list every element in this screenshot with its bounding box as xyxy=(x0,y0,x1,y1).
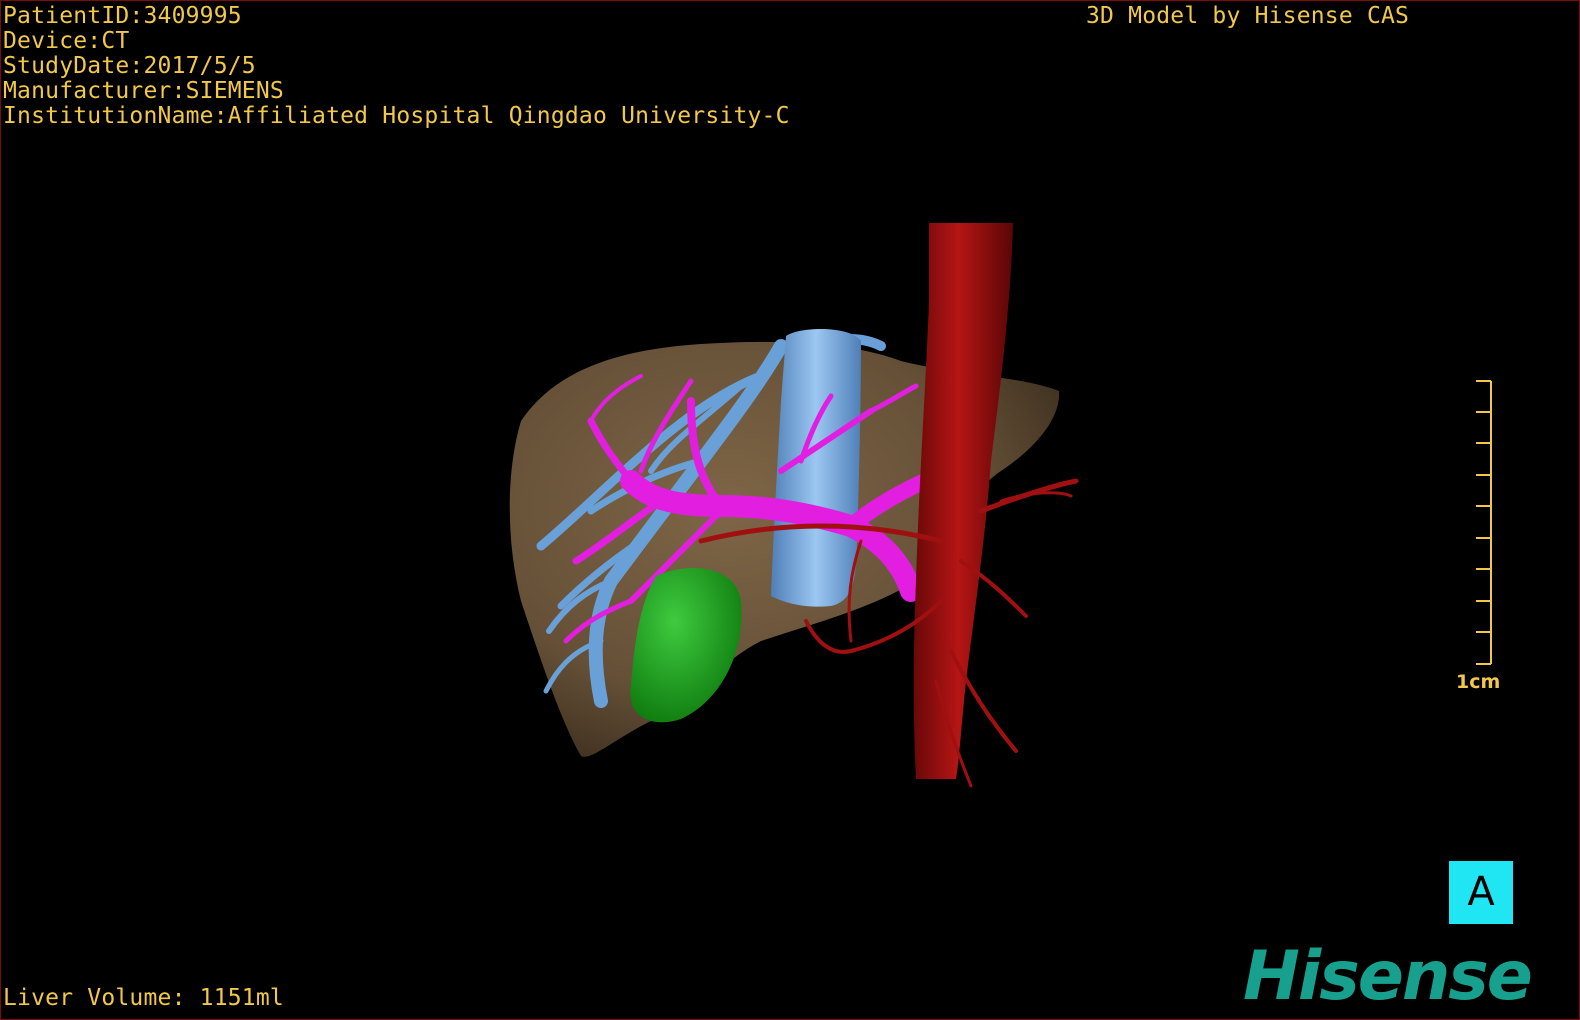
render-viewport[interactable]: PatientID:3409995 Device:CT StudyDate:20… xyxy=(0,0,1580,1020)
device: Device:CT xyxy=(3,28,130,54)
study-date: StudyDate:2017/5/5 xyxy=(3,53,256,79)
anterior-view-cube-icon[interactable]: A xyxy=(1449,861,1513,924)
scale-label: 1cm xyxy=(1456,671,1501,693)
liver-3d-model[interactable] xyxy=(1,1,1579,1019)
patient-id: PatientID:3409995 xyxy=(3,3,242,29)
aorta xyxy=(913,223,1013,779)
patient-info-overlay: PatientID:3409995 Device:CT StudyDate:20… xyxy=(3,4,790,129)
scale-bar xyxy=(1476,380,1492,665)
manufacturer: Manufacturer:SIEMENS xyxy=(3,78,284,104)
hisense-logo: Hisense xyxy=(1243,937,1533,1016)
model-credit: 3D Model by Hisense CAS xyxy=(1086,3,1410,29)
liver-volume: Liver Volume: 1151ml xyxy=(3,985,284,1011)
institution-name: InstitutionName:Affiliated Hospital Qing… xyxy=(3,103,790,129)
